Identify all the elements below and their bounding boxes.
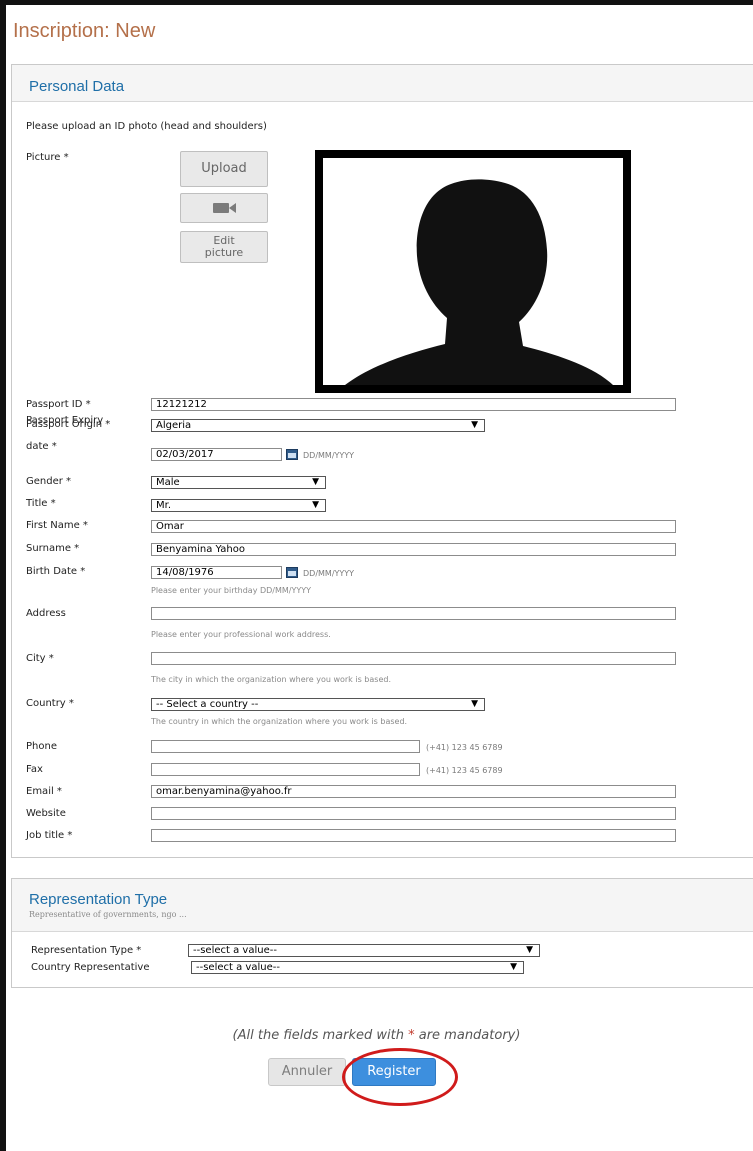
- passport-expiry-label-wrap: date *: [26, 442, 57, 452]
- calendar-icon[interactable]: [286, 567, 298, 578]
- job-title-input[interactable]: [151, 829, 676, 842]
- representation-type-value: --select a value--: [193, 945, 277, 956]
- gender-select[interactable]: Male ▼: [151, 476, 326, 489]
- email-input[interactable]: [151, 785, 676, 798]
- fax-label: Fax: [26, 764, 43, 775]
- fax-example: (+41) 123 45 6789: [426, 766, 503, 775]
- address-input[interactable]: [151, 607, 676, 620]
- title-value: Mr.: [156, 500, 171, 511]
- phone-label: Phone: [26, 741, 57, 752]
- photo-instruction: Please upload an ID photo (head and shou…: [26, 121, 267, 132]
- phone-input[interactable]: [151, 740, 420, 753]
- phone-example: (+41) 123 45 6789: [426, 743, 503, 752]
- dropdown-arrow-icon: ▼: [526, 945, 533, 955]
- calendar-icon[interactable]: [286, 449, 298, 460]
- passport-origin-select[interactable]: Algeria ▼: [151, 419, 485, 432]
- title-label: Title *: [26, 498, 56, 509]
- personal-data-header: Personal Data: [12, 65, 753, 102]
- representation-subtitle: Representative of governments, ngo ...: [29, 910, 187, 919]
- first-name-input[interactable]: [151, 520, 676, 533]
- website-label: Website: [26, 808, 66, 819]
- gender-label: Gender *: [26, 476, 72, 487]
- first-name-label: First Name *: [26, 520, 88, 531]
- address-hint: Please enter your professional work addr…: [151, 630, 331, 639]
- upload-button[interactable]: Upload: [180, 151, 268, 187]
- address-label: Address: [26, 608, 66, 619]
- edit-picture-label-2: picture: [204, 246, 244, 259]
- photo-placeholder: [323, 158, 623, 385]
- personal-data-title: Personal Data: [29, 78, 125, 95]
- dropdown-arrow-icon: ▼: [510, 962, 517, 972]
- country-representative-select[interactable]: --select a value-- ▼: [191, 961, 524, 974]
- representation-title: Representation Type: [29, 891, 168, 908]
- website-input[interactable]: [151, 807, 676, 820]
- birth-date-label: Birth Date *: [26, 566, 86, 577]
- cancel-button[interactable]: Annuler: [268, 1058, 346, 1086]
- video-camera-icon: [213, 203, 236, 213]
- representation-type-select[interactable]: --select a value-- ▼: [188, 944, 540, 957]
- country-value: -- Select a country --: [156, 699, 259, 710]
- birth-date-hint: Please enter your birthday DD/MM/YYYY: [151, 586, 312, 595]
- dropdown-arrow-icon: ▼: [312, 500, 319, 510]
- city-hint: The city in which the organization where…: [151, 675, 391, 684]
- passport-origin-value: Algeria: [156, 420, 192, 431]
- page-title: Inscription: New: [13, 20, 156, 42]
- passport-expiry-format: DD/MM/YYYY: [303, 451, 355, 460]
- upload-button-label: Upload: [201, 161, 247, 176]
- passport-id-input[interactable]: [151, 398, 676, 411]
- fax-input[interactable]: [151, 763, 420, 776]
- picture-label: Picture *: [26, 152, 69, 163]
- country-hint: The country in which the organization wh…: [151, 717, 408, 726]
- passport-expiry-label-1: Passport Expiry: [26, 415, 104, 426]
- person-silhouette-icon: [345, 179, 613, 385]
- edit-picture-button[interactable]: Edit picture: [180, 231, 268, 263]
- photo-preview: [315, 150, 631, 393]
- mandatory-note-before: (All the fields marked with: [232, 1028, 409, 1043]
- country-label: Country *: [26, 698, 74, 709]
- city-input[interactable]: [151, 652, 676, 665]
- representation-type-label: Representation Type *: [31, 945, 142, 956]
- passport-expiry-label-2: date *: [26, 441, 57, 452]
- passport-expiry-input[interactable]: [151, 448, 282, 461]
- dropdown-arrow-icon: ▼: [471, 699, 478, 709]
- gender-value: Male: [156, 477, 180, 488]
- birth-date-input[interactable]: [151, 566, 282, 579]
- mandatory-note-after: are mandatory): [414, 1028, 521, 1043]
- email-label: Email *: [26, 786, 62, 797]
- representation-header: Representation Type Representative of go…: [12, 879, 753, 932]
- country-representative-value: --select a value--: [196, 962, 280, 973]
- city-label: City *: [26, 653, 54, 664]
- dropdown-arrow-icon: ▼: [471, 420, 478, 430]
- surname-label: Surname *: [26, 543, 80, 554]
- job-title-label: Job title *: [26, 830, 73, 841]
- dropdown-arrow-icon: ▼: [312, 477, 319, 487]
- title-select[interactable]: Mr. ▼: [151, 499, 326, 512]
- camera-button[interactable]: [180, 193, 268, 223]
- surname-input[interactable]: [151, 543, 676, 556]
- country-select[interactable]: -- Select a country -- ▼: [151, 698, 485, 711]
- mandatory-note: (All the fields marked with * are mandat…: [0, 1028, 753, 1043]
- passport-id-label: Passport ID *: [26, 399, 91, 410]
- highlight-circle-annotation: [342, 1048, 458, 1106]
- birth-date-format: DD/MM/YYYY: [303, 569, 355, 578]
- country-representative-label: Country Representative: [31, 962, 150, 973]
- passport-expiry-label: Passport Expiry: [26, 416, 103, 426]
